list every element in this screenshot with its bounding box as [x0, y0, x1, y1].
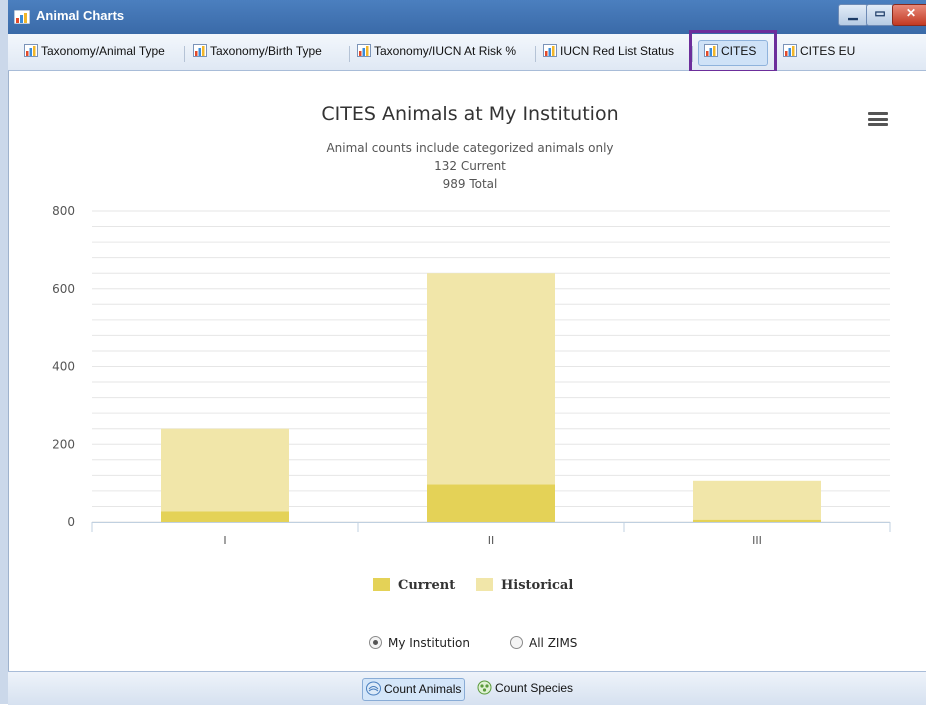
- radio-label: All ZIMS: [529, 636, 578, 650]
- bar-historical-II: [427, 273, 555, 485]
- footer-toolbar: Count Animals Count Species: [8, 671, 926, 705]
- chart-legend: Current Historical: [0, 572, 926, 593]
- legend-swatch: [373, 578, 390, 591]
- animal-charts-window: Animal Charts ▁ ▭ ✕ Taxonomy/Animal Type…: [0, 0, 926, 705]
- button-label: Count Animals: [384, 682, 462, 696]
- chart-menu-icon[interactable]: [868, 112, 888, 126]
- x-tick-label: II: [488, 534, 495, 547]
- bar-current-III: [693, 519, 821, 522]
- legend-item-historical[interactable]: Historical: [476, 574, 573, 593]
- y-tick-label: 600: [52, 282, 75, 296]
- chart-subtitle-line: 989 Total: [443, 177, 498, 191]
- radio-my-institution[interactable]: My Institution: [369, 636, 470, 650]
- bar-current-II: [427, 484, 555, 522]
- chart-title: CITES Animals at My Institution: [321, 103, 618, 125]
- legend-item-current[interactable]: Current: [373, 574, 455, 593]
- bar-historical-I: [161, 428, 289, 512]
- button-label: Count Species: [495, 681, 574, 695]
- chart-subtitle-line: 132 Current: [434, 159, 506, 173]
- chart-subtitle-line: Animal counts include categorized animal…: [326, 141, 613, 155]
- legend-label: Current: [398, 578, 456, 593]
- bar-historical-III: [693, 480, 821, 520]
- species-icon: [477, 680, 492, 695]
- y-tick-label: 800: [52, 204, 75, 218]
- cites-bar-chart: CITES Animals at My Institution Animal c…: [52, 103, 891, 547]
- radio-label: My Institution: [388, 636, 471, 650]
- animals-icon: [366, 681, 381, 696]
- count-animals-button[interactable]: Count Animals: [362, 678, 466, 701]
- radio-all-zims[interactable]: All ZIMS: [510, 636, 577, 650]
- y-tick-label: 0: [67, 515, 75, 529]
- radio-checked-icon: [369, 636, 382, 649]
- radio-unchecked-icon: [510, 636, 523, 649]
- x-tick-label: I: [223, 534, 226, 547]
- y-tick-label: 200: [52, 437, 75, 451]
- y-tick-label: 400: [52, 360, 75, 374]
- count-species-button[interactable]: Count Species: [477, 678, 573, 699]
- x-tick-label: III: [752, 534, 762, 547]
- legend-label: Historical: [501, 578, 574, 593]
- legend-swatch: [476, 578, 493, 591]
- bar-current-I: [161, 511, 289, 522]
